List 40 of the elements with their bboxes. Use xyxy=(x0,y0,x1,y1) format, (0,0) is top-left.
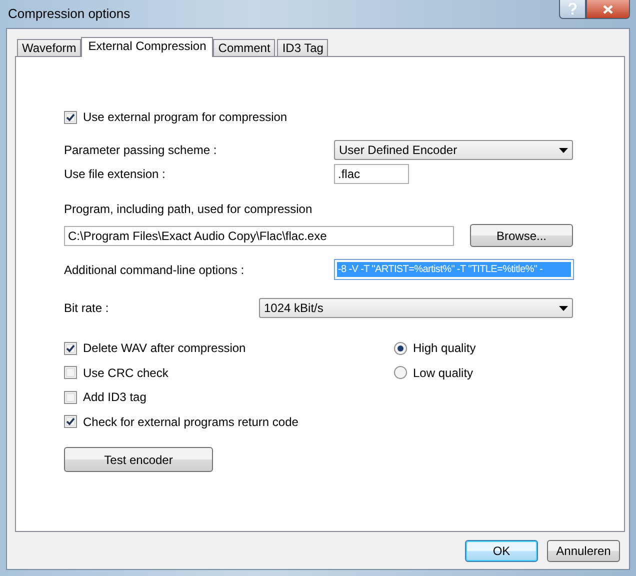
extension-field[interactable]: .flac xyxy=(334,164,409,184)
checkbox-label: Use CRC check xyxy=(83,364,168,382)
dropdown-value: 1024 kBit/s xyxy=(264,300,324,317)
scheme-dropdown[interactable]: User Defined Encoder xyxy=(334,140,573,160)
help-button[interactable] xyxy=(559,0,586,19)
browse-button[interactable]: Browse... xyxy=(470,224,573,247)
cancel-button[interactable]: Annuleren xyxy=(547,540,620,562)
radio-label: Low quality xyxy=(413,364,474,382)
path-field[interactable]: C:\Program Files\Exact Audio Copy\Flac\flac.exe xyxy=(64,226,454,246)
checkbox[interactable] xyxy=(64,390,77,404)
caret-icon xyxy=(559,148,568,152)
help-icon xyxy=(568,3,577,15)
field-label: Parameter passing scheme : xyxy=(64,142,218,159)
checkbox-label: Use external program for compression xyxy=(83,109,288,126)
test-encoder-button[interactable]: Test encoder xyxy=(64,447,213,472)
dropdown-value: User Defined Encoder xyxy=(339,142,458,159)
checkbox-label: Delete WAV after compression xyxy=(83,340,246,358)
radio-button[interactable] xyxy=(394,342,407,355)
checkbox[interactable] xyxy=(64,342,77,355)
tab[interactable]: Waveform xyxy=(17,39,82,56)
radio-button[interactable] xyxy=(394,366,407,380)
ok-button[interactable]: OK xyxy=(465,540,538,562)
checkbox[interactable] xyxy=(64,110,77,124)
checkbox[interactable] xyxy=(64,366,77,380)
bitrate-dropdown[interactable]: 1024 kBit/s xyxy=(259,298,573,318)
field-label: Additional command-line options : xyxy=(64,262,246,278)
close-button[interactable] xyxy=(586,0,630,19)
tab[interactable]: Comment xyxy=(213,39,276,56)
checkbox-label: Add ID3 tag xyxy=(83,389,146,406)
tab[interactable]: External Compression xyxy=(81,37,214,57)
field-label: Use file extension : xyxy=(64,166,166,183)
checkbox-label: Check for external programs return code xyxy=(83,414,298,431)
field-label: Program, including path, used for compression xyxy=(64,201,314,218)
field-label: Bit rate : xyxy=(64,300,110,317)
tab[interactable]: ID3 Tag xyxy=(277,39,328,56)
radio-label: High quality xyxy=(413,340,476,358)
close-icon xyxy=(603,4,613,14)
window-title: Compression options xyxy=(7,5,130,24)
caret-icon xyxy=(559,306,568,310)
checkbox[interactable] xyxy=(64,415,77,428)
